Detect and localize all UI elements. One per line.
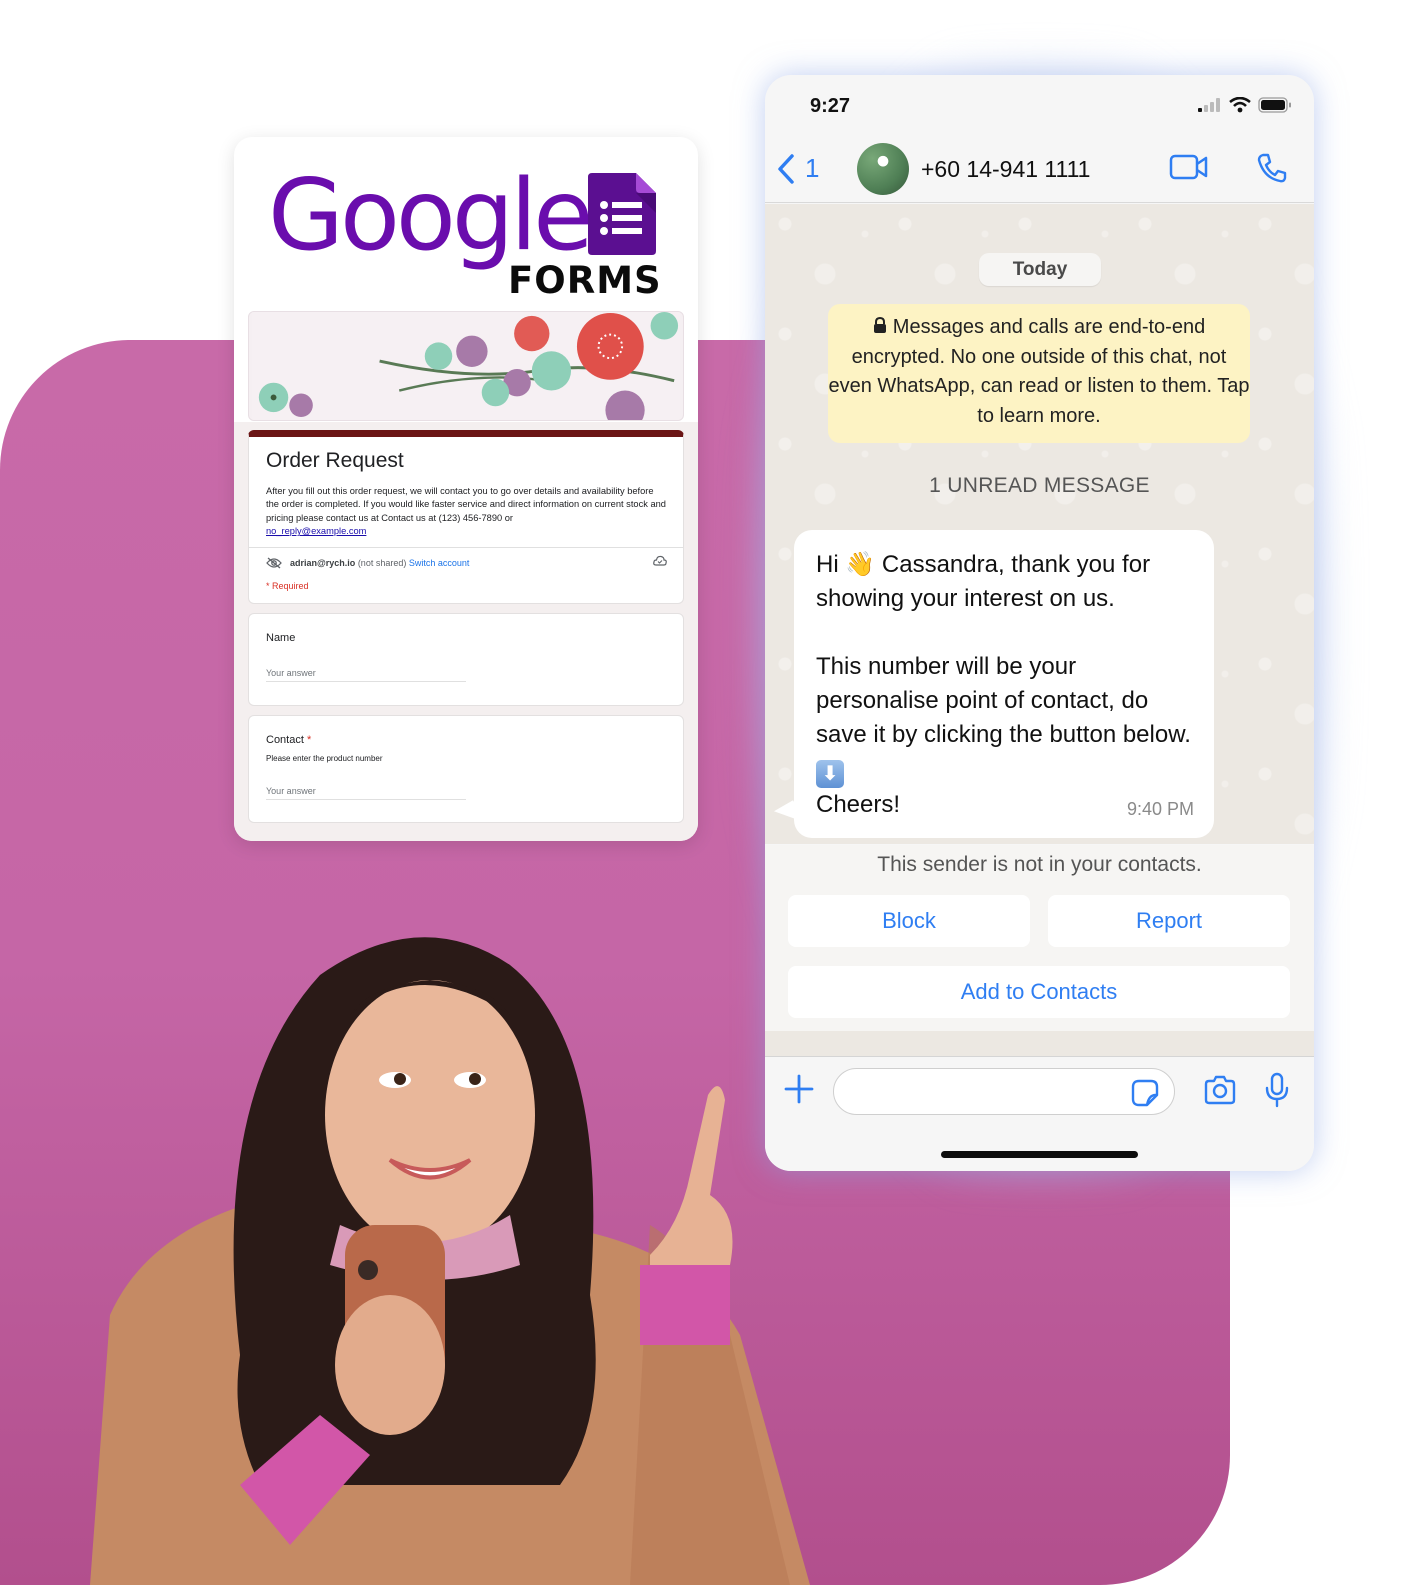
- message-bubble[interactable]: Hi 👋 Cassandra, thank you for showing yo…: [794, 530, 1214, 838]
- not-shared-note: (not shared): [357, 558, 407, 568]
- required-star: *: [306, 734, 312, 746]
- forms-document-icon: [588, 173, 656, 255]
- google-forms-card: Google FORMS Order Request After you fil…: [234, 137, 698, 841]
- question-name: Name Your answer: [248, 613, 684, 706]
- unread-chats-count: 1: [805, 153, 820, 183]
- lock-icon: [873, 316, 886, 333]
- add-to-contacts-button[interactable]: Add to Contacts: [788, 966, 1290, 1018]
- switch-account-link[interactable]: Switch account: [409, 558, 470, 568]
- message-time: 9:40 PM: [1126, 799, 1194, 819]
- logo-google-word: Google: [268, 159, 594, 273]
- status-time: 9:27: [810, 95, 851, 117]
- chevron-left-icon: [778, 153, 794, 184]
- google-forms-logo: Google FORMS: [268, 167, 668, 307]
- down-arrow-emoji: ⬇: [816, 760, 844, 788]
- cloud-saved-icon: [653, 555, 667, 566]
- battery-icon: [1258, 97, 1291, 113]
- not-in-contacts-text: This sender is not in your contacts.: [877, 853, 1202, 876]
- waving-hand-emoji: 👋: [845, 551, 876, 578]
- form-description: After you fill out this order request, w…: [266, 486, 666, 537]
- date-chip: Today: [979, 253, 1101, 286]
- form-title: Order Request: [266, 449, 404, 472]
- back-button[interactable]: 1: [777, 153, 819, 184]
- report-button[interactable]: Report: [1048, 895, 1290, 947]
- divider: [249, 547, 683, 548]
- form-header-section: Order Request After you fill out this or…: [248, 430, 684, 604]
- contact-answer-input[interactable]: Your answer: [266, 786, 466, 800]
- whatsapp-phone-screen: 9:27 1 +60 14-941 1111 Today Messages an…: [765, 75, 1314, 1171]
- floral-banner-image: [248, 311, 684, 421]
- video-call-icon[interactable]: [1169, 153, 1209, 181]
- chat-header: 1 +60 14-941 1111: [765, 135, 1314, 203]
- status-bar: 9:27: [765, 75, 1314, 135]
- name-answer-input[interactable]: Your answer: [266, 668, 466, 682]
- microphone-icon[interactable]: [1265, 1072, 1289, 1108]
- account-email: adrian@rych.io: [290, 558, 356, 568]
- contact-name[interactable]: +60 14-941 1111: [921, 156, 1090, 183]
- email-link[interactable]: no_reply@example.com: [266, 526, 366, 536]
- wifi-icon: [1229, 97, 1251, 113]
- home-indicator[interactable]: [941, 1151, 1138, 1158]
- chat-area: Today Messages and calls are end-to-end …: [765, 204, 1314, 844]
- message-input[interactable]: [833, 1068, 1175, 1115]
- required-note: * Required: [266, 581, 309, 591]
- encryption-notice[interactable]: Messages and calls are end-to-end encryp…: [828, 304, 1250, 443]
- sticker-icon[interactable]: [1131, 1079, 1159, 1107]
- block-button[interactable]: Block: [788, 895, 1030, 947]
- unknown-sender-panel: This sender is not in your contacts. Blo…: [765, 845, 1314, 1031]
- woman-with-phone-photo: [90, 937, 810, 1585]
- composer-bar: [765, 1058, 1314, 1171]
- contact-avatar[interactable]: [857, 143, 909, 195]
- account-row: adrian@rych.io (not shared) Switch accou…: [266, 557, 666, 569]
- camera-icon[interactable]: [1203, 1075, 1237, 1105]
- question-label: Name: [266, 632, 296, 644]
- logo-forms-word: FORMS: [508, 259, 662, 302]
- message-body: This number will be your personalise poi…: [816, 650, 1194, 788]
- unread-divider: 1 UNREAD MESSAGE: [929, 474, 1150, 497]
- question-contact: Contact * Please enter the product numbe…: [248, 715, 684, 823]
- eye-off-icon: [266, 557, 282, 569]
- chat-wallpaper-strip: [765, 1031, 1314, 1057]
- plus-attach-icon[interactable]: [783, 1073, 815, 1105]
- question-hint: Please enter the product number: [266, 754, 383, 763]
- status-icons: [1198, 97, 1292, 113]
- message-greeting: Hi 👋 Cassandra, thank you for showing yo…: [816, 551, 1151, 612]
- signal-icon: [1198, 98, 1220, 112]
- phone-call-icon[interactable]: [1256, 152, 1288, 184]
- question-label: Contact *: [266, 734, 312, 746]
